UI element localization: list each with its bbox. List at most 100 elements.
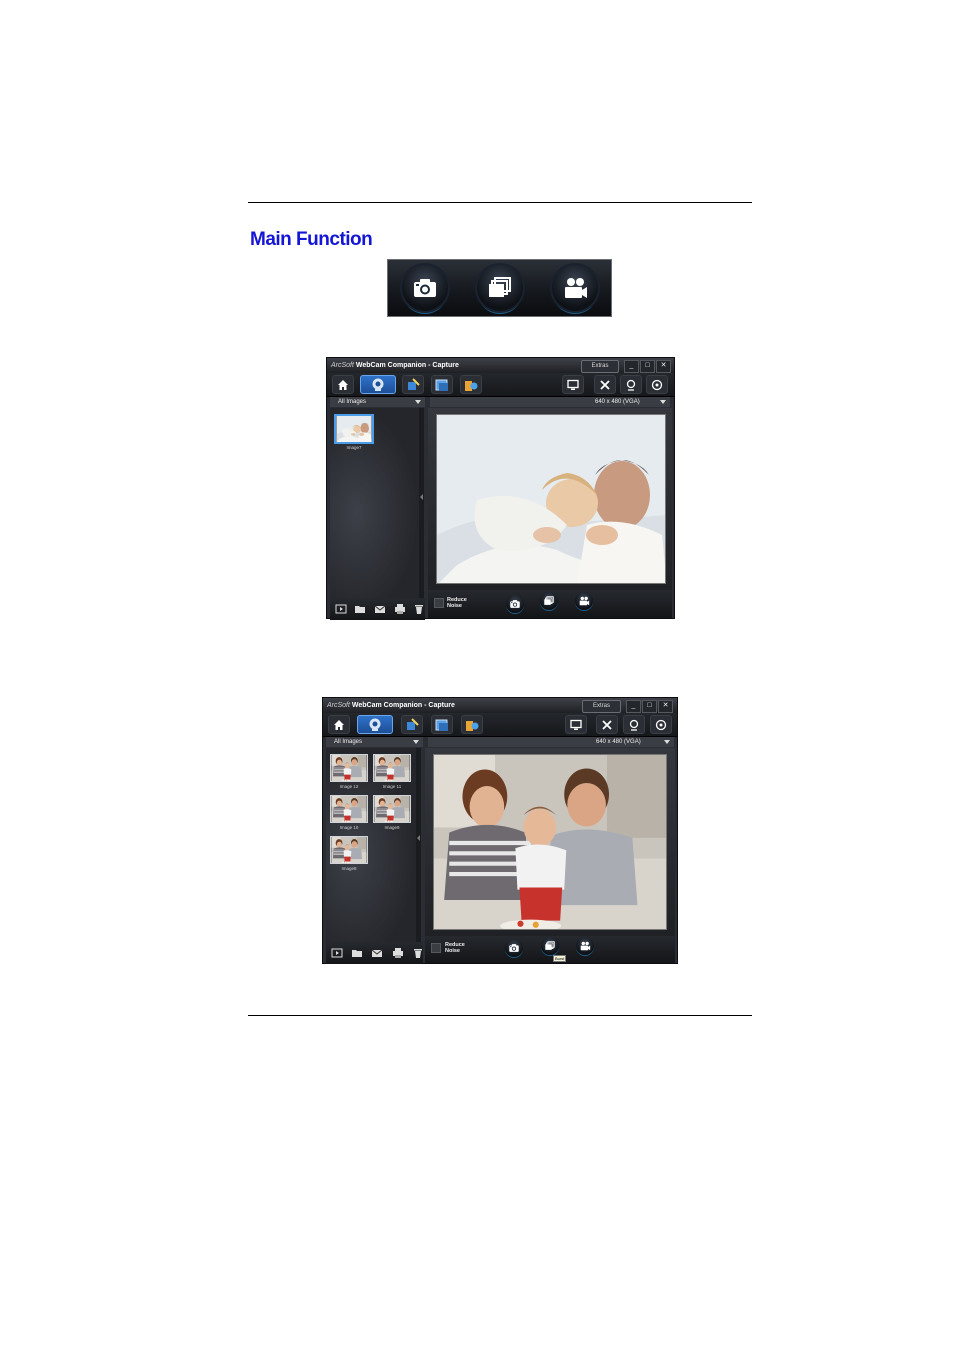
home-button[interactable]	[332, 375, 354, 394]
capture-photo-button[interactable]	[506, 595, 524, 613]
email-icon[interactable]	[371, 947, 383, 959]
mode-name: - Capture	[428, 362, 459, 369]
main-toolbar	[327, 373, 674, 397]
print-icon[interactable]	[394, 603, 406, 615]
frames-tab-button[interactable]	[431, 715, 453, 734]
burst-capture-button[interactable]	[541, 937, 559, 955]
thumbnail[interactable]	[334, 414, 374, 444]
thumbnail-label: Image9	[384, 825, 400, 830]
webcam-icon	[369, 718, 381, 731]
filter-label: All Images	[338, 399, 367, 405]
thumbnail[interactable]	[330, 754, 368, 782]
trash-icon[interactable]	[413, 603, 425, 615]
magic-wand-icon	[408, 377, 420, 390]
home-icon	[334, 719, 344, 730]
burst-capture-button[interactable]	[477, 265, 523, 311]
reduce-noise-line2: Noise	[445, 948, 460, 954]
maximize-button[interactable]: □	[642, 700, 657, 713]
thumbnail-label: Image7	[346, 445, 362, 450]
fun-icon	[466, 720, 479, 731]
preview-photo	[437, 415, 666, 584]
maximize-button[interactable]: □	[640, 360, 655, 373]
close-button[interactable]: ✕	[658, 700, 673, 713]
folder-icon[interactable]	[354, 603, 366, 615]
reduce-noise-label: Reduce Noise	[445, 942, 465, 954]
help-button[interactable]	[650, 715, 672, 734]
edit-tab-button[interactable]	[401, 715, 423, 734]
resolution-dropdown[interactable]: 640 x 480 (VGA)	[430, 397, 670, 407]
gallery-scrollbar[interactable]	[416, 748, 421, 942]
filter-label: All Images	[334, 739, 363, 745]
filter-dropdown[interactable]: All Images	[326, 737, 423, 747]
resolution-label: 640 x 480 (VGA)	[596, 739, 641, 745]
capture-controls: Reduce Noise	[428, 590, 672, 618]
email-icon[interactable]	[374, 603, 386, 615]
app-name: WebCam Companion	[355, 362, 427, 369]
thumbnail[interactable]	[330, 795, 368, 823]
filter-dropdown[interactable]: All Images	[330, 397, 425, 407]
record-video-button[interactable]	[576, 937, 594, 955]
capture-controls: Reduce Noise Burst	[425, 936, 675, 963]
thumbnail[interactable]	[373, 795, 411, 823]
thumbnail-image	[374, 796, 410, 822]
app-name: WebCam Companion	[351, 702, 423, 709]
close-button[interactable]: ✕	[656, 360, 671, 373]
record-video-button[interactable]	[552, 265, 598, 311]
burst-capture-button[interactable]	[540, 592, 558, 610]
title-bar: ArcSoft WebCam Companion - Capture Extra…	[327, 358, 674, 373]
home-icon	[338, 379, 348, 390]
help-button[interactable]	[646, 375, 668, 394]
resolution-dropdown[interactable]: 640 x 480 (VGA)	[428, 737, 674, 747]
print-icon[interactable]	[392, 947, 404, 959]
slideshow-icon[interactable]	[335, 603, 347, 615]
capture-tab-button[interactable]	[357, 715, 393, 734]
camera-icon	[508, 942, 520, 954]
fun-tab-button[interactable]	[461, 715, 483, 734]
monitor-button[interactable]	[562, 375, 584, 394]
settings-button[interactable]	[594, 375, 616, 394]
image-gallery: Image 12 Image 11 Image 10 Image9 Image8	[326, 748, 416, 942]
thumbnail-label: Image 10	[339, 825, 359, 830]
home-button[interactable]	[328, 715, 350, 734]
burst-icon	[486, 274, 514, 302]
frames-tab-button[interactable]	[431, 375, 453, 394]
minimize-button[interactable]: _	[626, 700, 641, 713]
reduce-noise-checkbox[interactable]	[434, 598, 444, 608]
minimize-button[interactable]: _	[624, 360, 639, 373]
thumbnail-label: Image 12	[339, 784, 359, 789]
trash-icon[interactable]	[412, 947, 424, 959]
window-title: ArcSoft WebCam Companion - Capture	[331, 358, 459, 373]
extras-button[interactable]: Extras	[581, 360, 619, 373]
extras-button[interactable]: Extras	[582, 700, 621, 713]
monitor-button[interactable]	[565, 715, 587, 734]
tools-icon	[600, 379, 610, 390]
video-camera-icon	[561, 274, 589, 302]
help-icon	[655, 719, 667, 730]
chevron-down-icon	[660, 400, 666, 404]
preview-photo	[434, 755, 667, 930]
slideshow-icon[interactable]	[331, 947, 343, 959]
image-gallery: Image7	[330, 408, 419, 598]
capture-photo-button[interactable]	[402, 265, 448, 311]
reduce-noise-checkbox[interactable]	[431, 943, 441, 953]
capture-tab-button[interactable]	[360, 375, 396, 394]
camera-icon	[411, 274, 439, 302]
webcam-settings-button[interactable]	[623, 715, 645, 734]
brand-text: ArcSoft	[331, 362, 354, 369]
chevron-down-icon	[415, 400, 421, 404]
top-rule	[248, 202, 752, 203]
settings-button[interactable]	[596, 715, 618, 734]
chevron-down-icon	[664, 740, 670, 744]
thumbnail[interactable]	[330, 836, 368, 864]
fun-tab-button[interactable]	[460, 375, 482, 394]
folder-icon[interactable]	[351, 947, 363, 959]
edit-tab-button[interactable]	[402, 375, 424, 394]
capture-photo-button[interactable]	[505, 939, 523, 957]
record-video-button[interactable]	[575, 592, 593, 610]
webcam-settings-button[interactable]	[620, 375, 642, 394]
webcam-settings-icon	[629, 719, 639, 731]
gallery-scrollbar[interactable]	[419, 408, 424, 598]
camera-icon	[509, 598, 521, 610]
burst-icon	[544, 940, 556, 952]
thumbnail[interactable]	[373, 754, 411, 782]
